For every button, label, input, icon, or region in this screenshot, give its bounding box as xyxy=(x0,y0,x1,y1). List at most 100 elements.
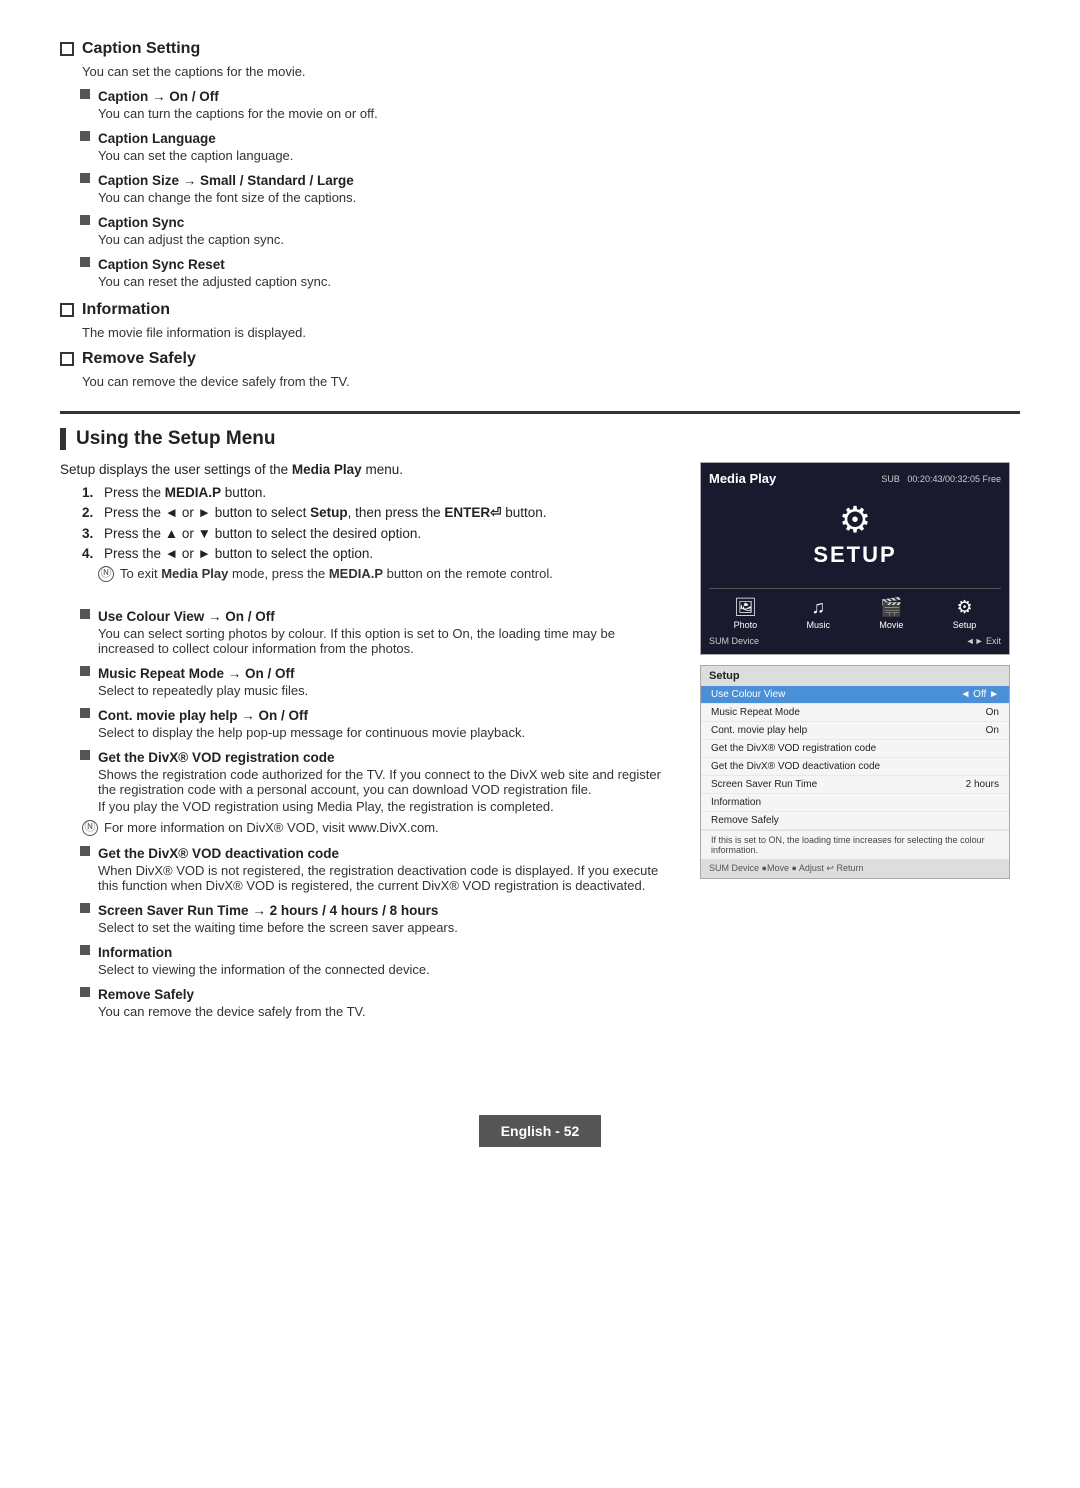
sm-row-3: Get the DivX® VOD registration code xyxy=(701,740,1009,758)
caption-on-off-desc: You can turn the captions for the movie … xyxy=(98,106,1020,121)
square-bullet-icon xyxy=(80,89,90,99)
square-bullet-icon xyxy=(80,173,90,183)
music-icon: ♫ xyxy=(812,597,826,618)
sm-row-4: Get the DivX® VOD deactivation code xyxy=(701,758,1009,776)
caption-size-desc: You can change the font size of the capt… xyxy=(98,190,1020,205)
setup-intro: Setup displays the user settings of the … xyxy=(60,462,670,477)
setup-label: SETUP xyxy=(813,542,896,568)
caption-sync-reset-desc: You can reset the adjusted caption sync. xyxy=(98,274,1020,289)
square-bullet-icon xyxy=(80,257,90,267)
photo-icon: 🖼 xyxy=(734,597,757,618)
sm-rows: Use Colour View◄ Off ►Music Repeat ModeO… xyxy=(701,686,1009,830)
caption-setting-heading: Caption Setting xyxy=(60,40,1020,58)
mp-channel-time: SUB 00:20:43/00:32:05 Free xyxy=(881,474,1001,484)
checkbox-icon xyxy=(60,303,74,317)
caption-language-item: Caption Language xyxy=(80,131,1020,146)
information-desc: The movie file information is displayed. xyxy=(82,325,1020,340)
cont-movie-desc: Select to display the help pop-up messag… xyxy=(98,725,670,740)
mp-icon-movie: 🎬 Movie xyxy=(879,597,903,630)
sm-footer: SUM Device ●Move ● Adjust ↩ Return xyxy=(701,859,1009,878)
music-repeat-label: Music Repeat Mode → On / Off xyxy=(98,666,295,681)
caption-sync-item: Caption Sync xyxy=(80,215,1020,230)
section-divider xyxy=(60,411,1020,414)
divx-reg-extra: If you play the VOD registration using M… xyxy=(98,799,670,814)
square-bullet-icon xyxy=(80,708,90,718)
square-bullet-icon xyxy=(80,609,90,619)
caption-on-off-label: Caption → On / Off xyxy=(98,89,219,104)
checkbox-icon xyxy=(60,352,74,366)
caption-size-label: Caption Size → Small / Standard / Large xyxy=(98,173,354,188)
caption-language-label: Caption Language xyxy=(98,131,216,146)
divx-deact-label: Get the DivX® VOD deactivation code xyxy=(98,846,339,861)
note-circle-icon: Ⓝ xyxy=(98,566,114,582)
setup-menu-section: Using the Setup Menu Setup displays the … xyxy=(60,428,1020,1025)
screen-saver-desc: Select to set the waiting time before th… xyxy=(98,920,670,935)
caption-sync-reset-label: Caption Sync Reset xyxy=(98,257,225,272)
square-bullet-icon xyxy=(80,750,90,760)
mp-setup-area: ⚙ SETUP xyxy=(709,492,1001,578)
music-repeat-item: Music Repeat Mode → On / Off xyxy=(80,666,670,681)
setup-remove-desc: You can remove the device safely from th… xyxy=(98,1004,670,1019)
caption-sync-label: Caption Sync xyxy=(98,215,184,230)
caption-size-item: Caption Size → Small / Standard / Large xyxy=(80,173,1020,188)
caption-sync-reset-item: Caption Sync Reset xyxy=(80,257,1020,272)
remove-safely-heading: Remove Safely xyxy=(60,350,1020,368)
setup-menu-title-bar: Using the Setup Menu xyxy=(60,428,1020,450)
cont-movie-item: Cont. movie play help → On / Off xyxy=(80,708,670,723)
information-heading: Information xyxy=(60,301,1020,319)
mp-icon-photo: 🖼 Photo xyxy=(734,597,758,630)
sm-row-5: Screen Saver Run Time2 hours xyxy=(701,776,1009,794)
square-bullet-icon xyxy=(80,945,90,955)
caption-language-desc: You can set the caption language. xyxy=(98,148,1020,163)
sm-row-6: Information xyxy=(701,794,1009,812)
movie-icon: 🎬 xyxy=(880,597,902,618)
divx-reg-desc: Shows the registration code authorized f… xyxy=(98,767,670,797)
music-repeat-desc: Select to repeatedly play music files. xyxy=(98,683,670,698)
setup-info-item: Information xyxy=(80,945,670,960)
remove-safely-desc: You can remove the device safely from th… xyxy=(82,374,1020,389)
caption-on-off-item: Caption → On / Off xyxy=(80,89,1020,104)
checkbox-icon xyxy=(60,42,74,56)
setup-info-label: Information xyxy=(98,945,172,960)
setup-remove-label: Remove Safely xyxy=(98,987,194,1002)
setup-menu-title: Using the Setup Menu xyxy=(76,428,276,450)
information-section: Information The movie file information i… xyxy=(60,301,1020,340)
mp-icon-setup: ⚙ Setup xyxy=(953,597,977,630)
setup-left-col: Setup displays the user settings of the … xyxy=(60,462,670,1025)
mp-footer: SUM Device ◄► Exit xyxy=(709,636,1001,646)
footer-label: English - 52 xyxy=(479,1115,602,1147)
divx-deact-desc: When DivX® VOD is not registered, the re… xyxy=(98,863,670,893)
setup-icon: ⚙ xyxy=(956,597,972,618)
setup-remove-item: Remove Safely xyxy=(80,987,670,1002)
square-bullet-icon xyxy=(80,131,90,141)
caption-setting-desc: You can set the captions for the movie. xyxy=(82,64,1020,79)
setup-note: Ⓝ To exit Media Play mode, press the MED… xyxy=(98,566,670,582)
square-bullet-icon xyxy=(80,903,90,913)
sm-header: Setup xyxy=(701,666,1009,686)
divx-deact-item: Get the DivX® VOD deactivation code xyxy=(80,846,670,861)
square-bullet-icon xyxy=(80,987,90,997)
section-title-marker xyxy=(60,428,66,450)
remove-safely-title: Remove Safely xyxy=(82,350,196,368)
media-play-box: Media Play SUB 00:20:43/00:32:05 Free ⚙ … xyxy=(700,462,1010,655)
mp-icon-music: ♫ Music xyxy=(807,597,831,630)
setup-info-desc: Select to viewing the information of the… xyxy=(98,962,670,977)
right-col-ui: Media Play SUB 00:20:43/00:32:05 Free ⚙ … xyxy=(700,462,1020,1025)
setup-steps: 1. Press the MEDIA.P button. 2. Press th… xyxy=(82,485,670,561)
square-bullet-icon xyxy=(80,846,90,856)
setup-two-col: Setup displays the user settings of the … xyxy=(60,462,1020,1025)
caption-setting-title: Caption Setting xyxy=(82,40,200,58)
sm-row-1: Music Repeat ModeOn xyxy=(701,704,1009,722)
use-colour-view-desc: You can select sorting photos by colour.… xyxy=(98,626,670,656)
sm-note: If this is set to ON, the loading time i… xyxy=(701,830,1009,859)
caption-sync-desc: You can adjust the caption sync. xyxy=(98,232,1020,247)
information-title: Information xyxy=(82,301,170,319)
sm-row-7: Remove Safely xyxy=(701,812,1009,830)
step-4: 4. Press the ◄ or ► button to select the… xyxy=(82,546,670,561)
divx-reg-label: Get the DivX® VOD registration code xyxy=(98,750,335,765)
use-colour-view-label: Use Colour View → On / Off xyxy=(98,609,275,624)
square-bullet-icon xyxy=(80,666,90,676)
divx-reg-note: Ⓝ For more information on DivX® VOD, vis… xyxy=(82,820,670,836)
use-colour-view-item: Use Colour View → On / Off xyxy=(80,609,670,624)
mp-title: Media Play xyxy=(709,471,776,486)
